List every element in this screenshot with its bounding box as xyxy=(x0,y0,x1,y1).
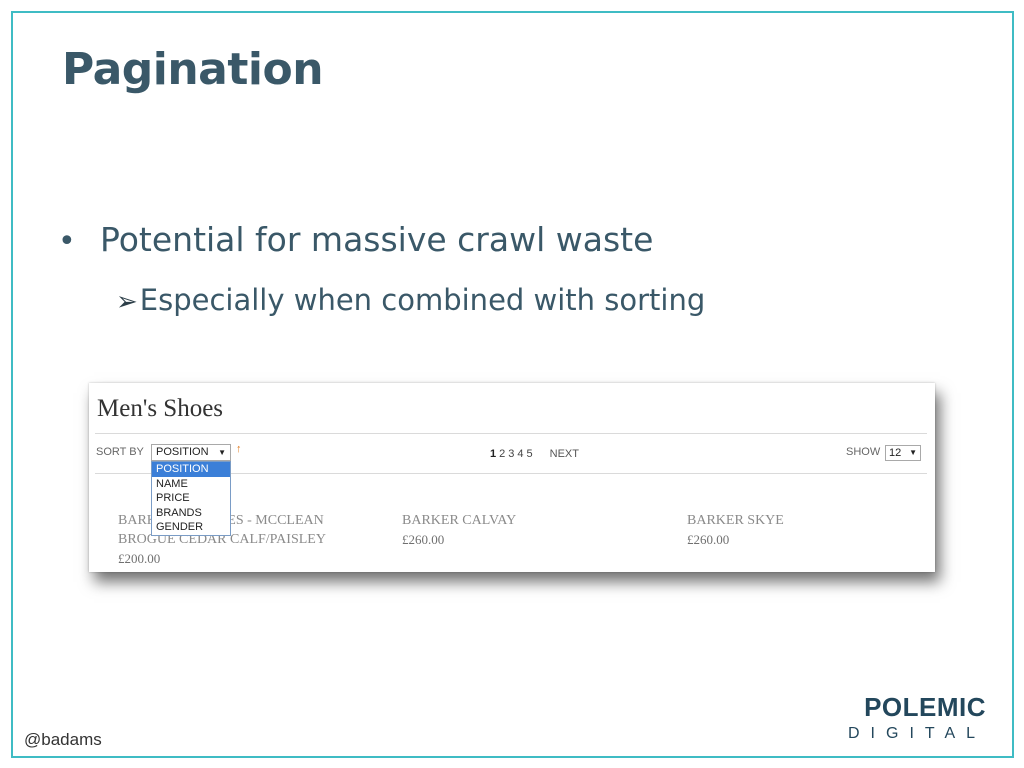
sort-option-position[interactable]: POSITION xyxy=(152,462,230,477)
category-title: Men's Shoes xyxy=(97,395,224,422)
chevron-down-icon: ▼ xyxy=(218,448,226,457)
sort-selected-value: POSITION xyxy=(156,446,209,458)
logo-wordmark: POLEMIC xyxy=(864,692,987,722)
bullet-point: • Potential for massive crawl waste xyxy=(58,220,653,259)
category-page-screenshot: Men's Shoes SORT BY POSITION ▼ ↑ POSITIO… xyxy=(89,383,935,572)
page-link-3[interactable]: 3 xyxy=(508,448,514,460)
twitter-handle: @badams xyxy=(24,730,102,749)
product-item[interactable]: BARKER CALVAY £260.00 xyxy=(402,511,516,549)
show-count-value: 12 xyxy=(889,447,902,459)
show-count-select[interactable]: 12 ▼ xyxy=(885,445,921,461)
product-name-line1[interactable]: BARKER CALVAY xyxy=(402,511,516,530)
logo-subtext: DIGITAL xyxy=(848,725,987,742)
show-label: SHOW xyxy=(846,446,881,458)
sort-by-select[interactable]: POSITION ▼ xyxy=(151,444,231,461)
chevron-down-icon: ▼ xyxy=(909,448,917,457)
sort-option-name[interactable]: NAME xyxy=(152,477,230,492)
sort-dropdown-list: POSITION NAME PRICE BRANDS GENDER xyxy=(151,461,231,536)
product-price: £200.00 xyxy=(118,551,161,566)
sort-direction-icon[interactable]: ↑ xyxy=(236,443,242,455)
sub-bullet-text: Especially when combined with sorting xyxy=(139,283,706,317)
sort-by-label: SORT BY xyxy=(96,446,144,458)
product-price: £260.00 xyxy=(687,532,730,547)
sort-option-price[interactable]: PRICE xyxy=(152,491,230,506)
product-price: £260.00 xyxy=(402,532,445,547)
bullet-text: Potential for massive crawl waste xyxy=(100,220,654,259)
page-link-5[interactable]: 5 xyxy=(527,448,533,460)
slide-title: Pagination xyxy=(62,44,324,95)
divider xyxy=(95,433,927,434)
sub-bullet-point: ➢ Especially when combined with sorting xyxy=(116,283,705,317)
page-link-2[interactable]: 2 xyxy=(499,448,505,460)
polemic-digital-logo: POLEMIC DIGITAL xyxy=(848,692,986,743)
bullet-dot-icon: • xyxy=(58,224,76,259)
sort-option-gender[interactable]: GENDER xyxy=(152,520,230,535)
next-page-link[interactable]: NEXT xyxy=(550,448,579,460)
page-link-1[interactable]: 1 xyxy=(490,448,496,460)
sort-option-brands[interactable]: BRANDS xyxy=(152,506,230,521)
page-link-4[interactable]: 4 xyxy=(517,448,523,460)
pagination: 1 2 3 4 5 NEXT xyxy=(490,448,579,460)
product-item[interactable]: BARKER SKYE £260.00 xyxy=(687,511,784,549)
arrow-bullet-icon: ➢ xyxy=(116,287,138,317)
product-name-line1[interactable]: BARKER SKYE xyxy=(687,511,784,530)
